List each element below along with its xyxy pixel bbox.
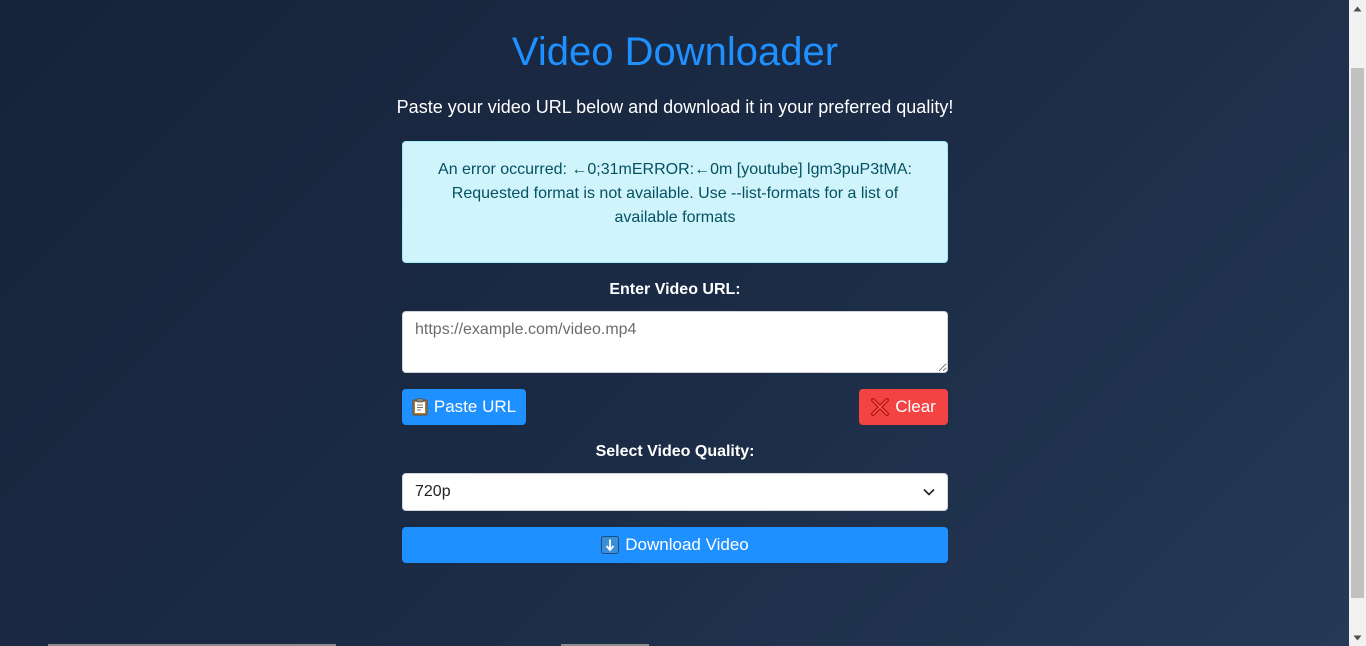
scroll-down-icon[interactable] [1349,629,1366,646]
error-alert: An error occurred: ←0;31mERROR:←0m [yout… [402,141,948,263]
quality-selected-value: 720p [415,483,451,500]
vertical-scrollbar[interactable] [1349,0,1366,646]
clipboard-icon [412,398,428,416]
page-subtitle: Paste your video URL below and download … [396,97,954,117]
download-video-label: Download Video [625,535,749,554]
cross-mark-icon [871,398,890,416]
scrollbar-thumb[interactable] [1351,68,1364,598]
page: Video Downloader Paste your video URL be… [0,0,1349,646]
chevron-down-icon [923,488,935,496]
clear-button[interactable]: Clear [859,389,948,425]
scroll-up-icon[interactable] [1349,0,1366,17]
paste-url-label: Paste URL [433,397,517,416]
download-video-button[interactable]: Download Video [402,527,948,563]
page-title: Video Downloader [511,30,839,74]
quality-select[interactable]: 720p [402,473,948,511]
url-input[interactable] [402,311,948,373]
paste-url-button[interactable]: Paste URL [402,389,526,425]
url-label: Enter Video URL: [609,281,741,298]
quality-label: Select Video Quality: [595,443,755,460]
down-arrow-icon [601,536,620,554]
clear-label: Clear [895,397,936,416]
error-message: An error occurred: ←0;31mERROR:←0m [yout… [438,161,912,226]
